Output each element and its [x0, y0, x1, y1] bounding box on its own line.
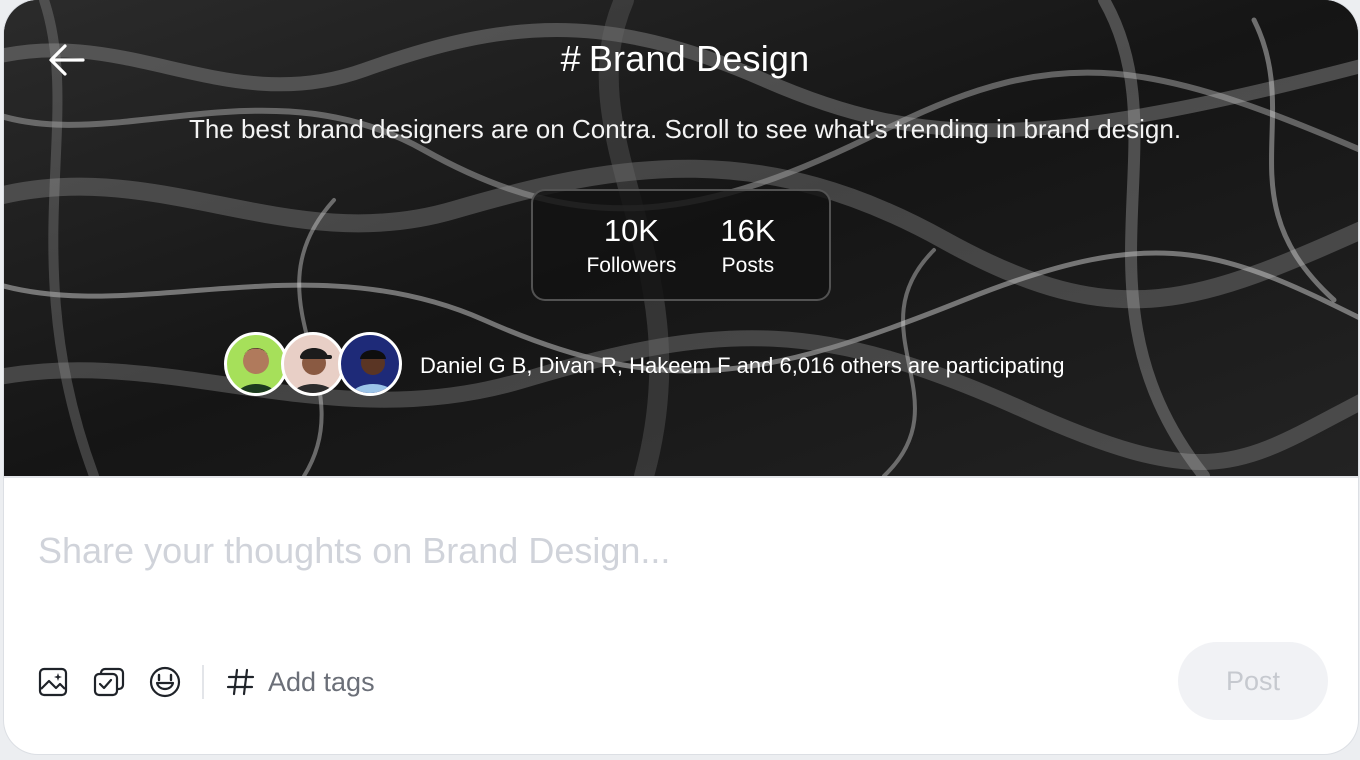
hashtag-card: # Brand Design The best brand designers a…: [4, 0, 1358, 754]
posts-label: Posts: [721, 254, 775, 277]
followers-count: 10K: [603, 213, 659, 248]
stats-panel: 10K Followers 16K Posts: [531, 189, 831, 301]
checklist-icon: [93, 667, 125, 697]
page-description: The best brand designers are on Contra. …: [188, 114, 1182, 144]
avatar-daniel[interactable]: [224, 332, 288, 396]
add-tags-label: Add tags: [268, 666, 375, 697]
add-tags-button[interactable]: Add tags: [226, 667, 375, 698]
posts-stat[interactable]: 16K Posts: [720, 211, 775, 299]
followers-label: Followers: [586, 254, 677, 277]
title-text: Brand Design: [588, 38, 810, 79]
posts-count: 16K: [720, 213, 776, 248]
add-emoji-button[interactable]: [148, 665, 182, 699]
followers-stat[interactable]: 10K Followers: [586, 211, 676, 299]
participants-text[interactable]: Daniel G B, Divan R, Hakeem F and 6,016 …: [420, 353, 1064, 379]
page-title: # Brand Design: [4, 38, 1358, 80]
post-button[interactable]: Post: [1178, 642, 1328, 720]
hero-banner: # Brand Design The best brand designers a…: [4, 0, 1358, 476]
image-icon: [38, 667, 68, 697]
hero-divider: [4, 476, 1358, 478]
avatar-hakeem[interactable]: [338, 332, 402, 396]
hash-symbol: #: [560, 38, 581, 79]
avatar-divan[interactable]: [281, 332, 345, 396]
post-composer-input[interactable]: [36, 520, 1240, 582]
toolbar-divider: [202, 665, 204, 699]
composer-toolbar: Add tags: [36, 660, 375, 704]
hash-icon: [226, 668, 255, 696]
emoji-icon: [149, 666, 181, 698]
add-image-button[interactable]: [36, 665, 70, 699]
add-checklist-button[interactable]: [92, 665, 126, 699]
